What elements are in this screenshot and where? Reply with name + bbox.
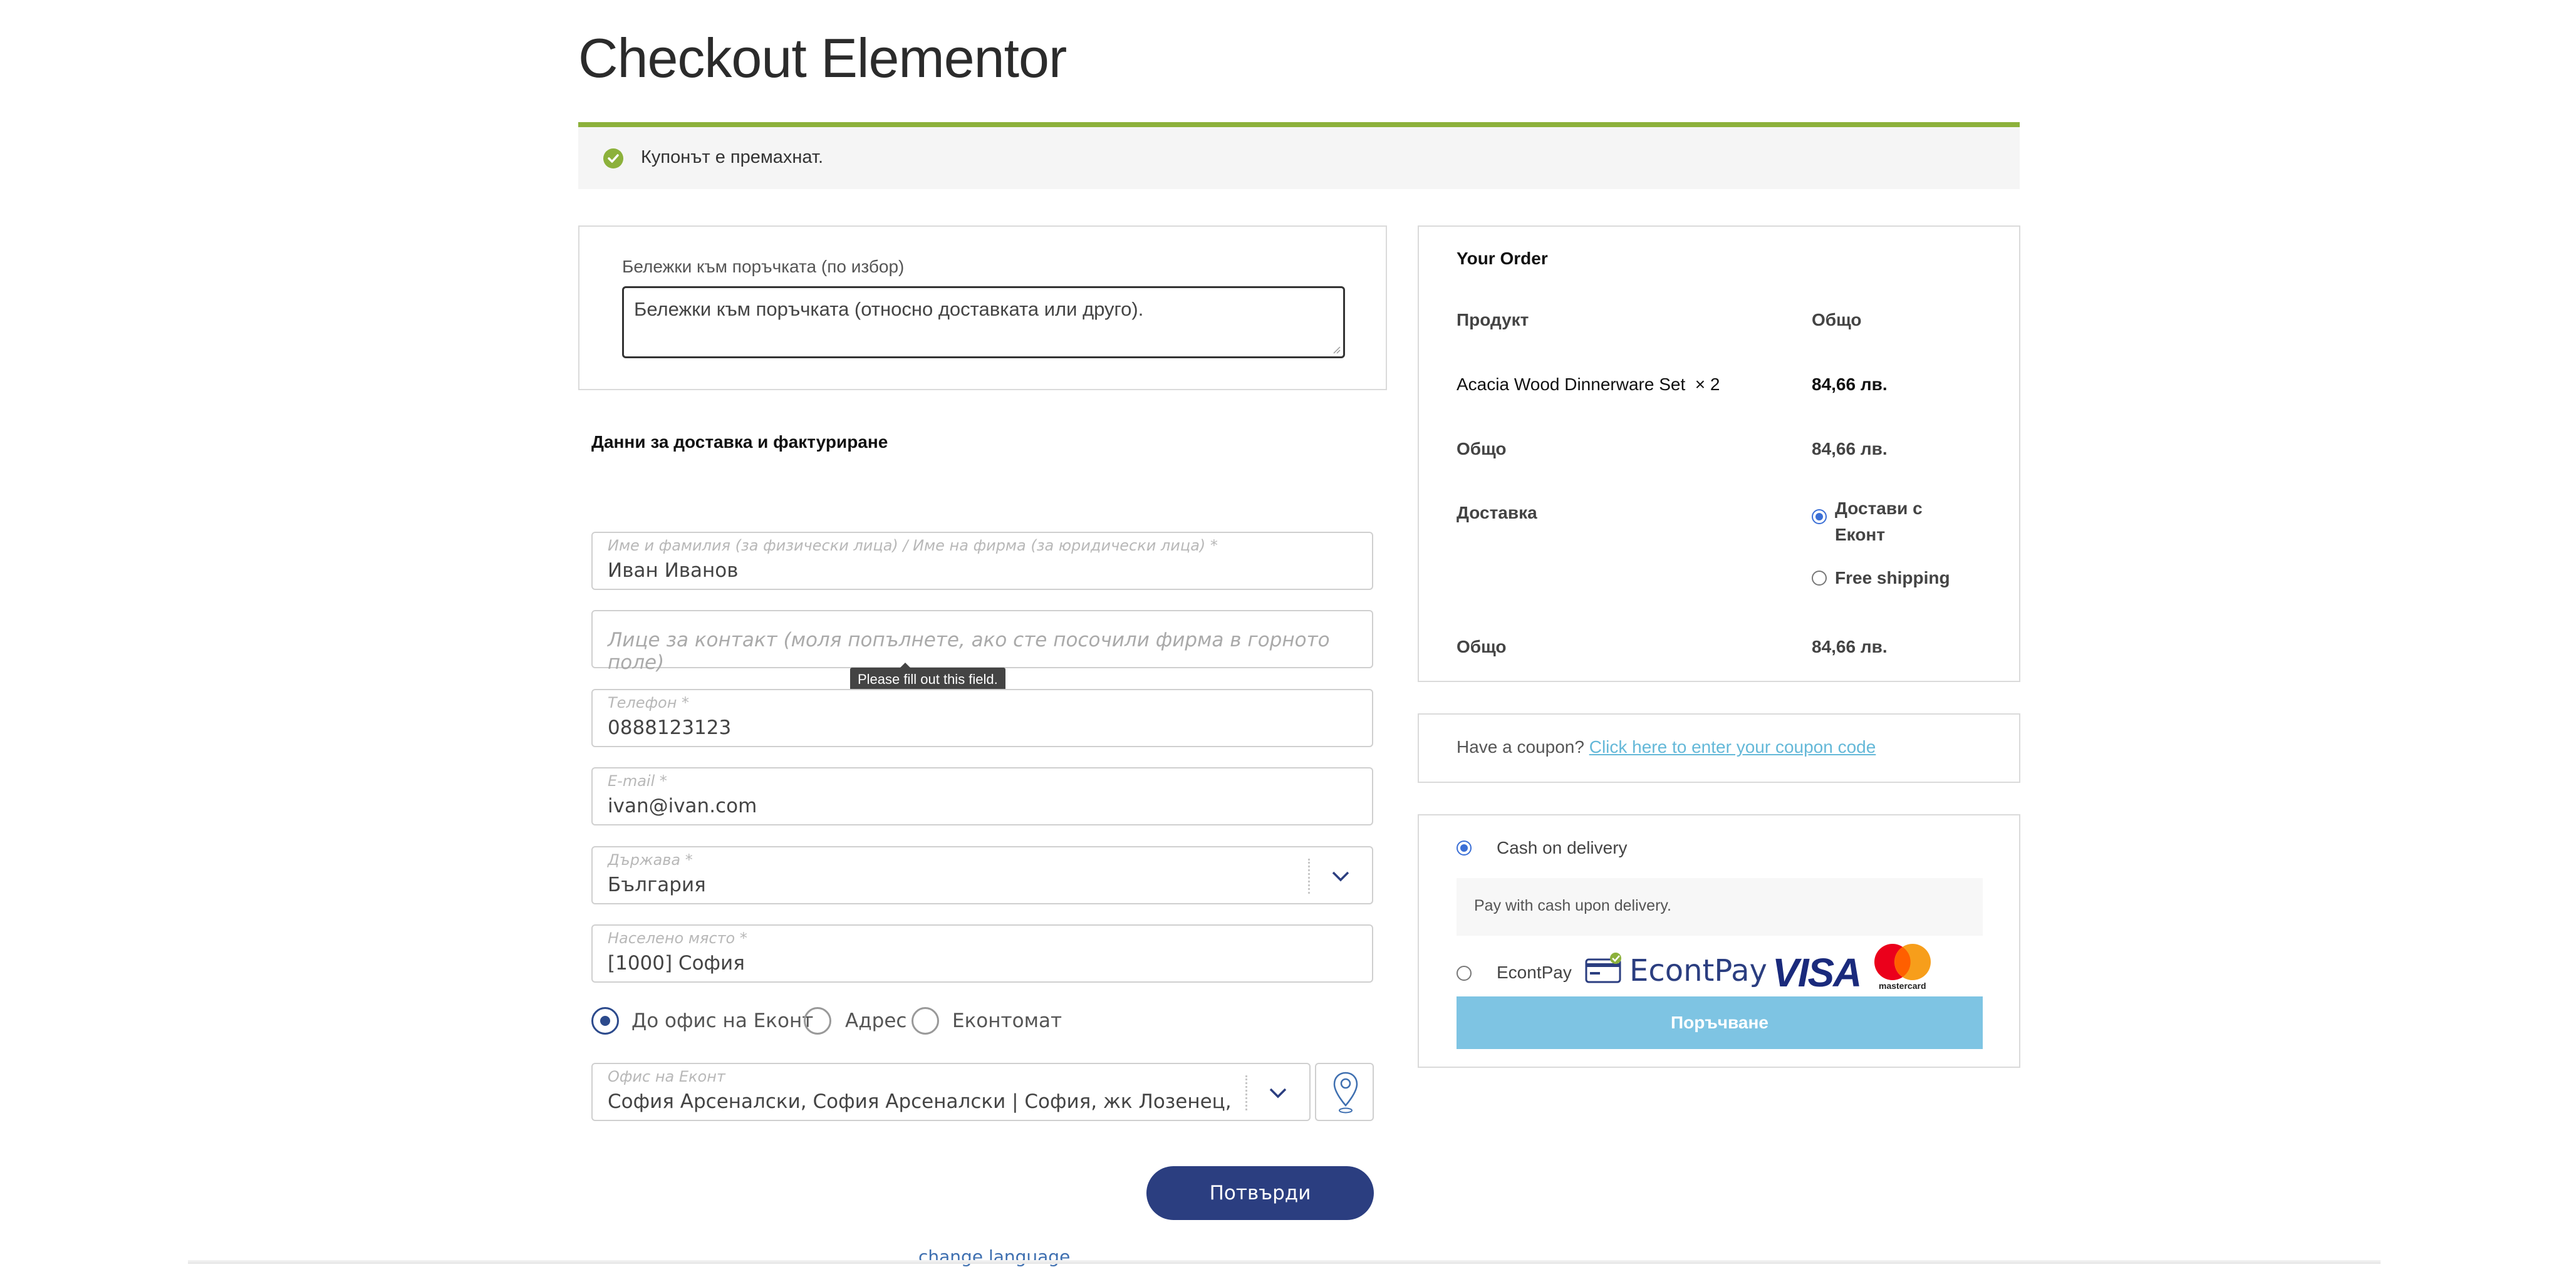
city-field-value: [1000] София xyxy=(608,952,745,975)
coupon-section: Have a coupon? Click here to enter your … xyxy=(1418,713,2020,783)
shipping-heading: Данни за доставка и фактуриране xyxy=(591,432,888,452)
col-product-header: Продукт xyxy=(1457,310,1529,329)
coupon-removed-notice: Купонът е премахнат. xyxy=(578,122,2020,189)
phone-field-label: Телефон * xyxy=(608,694,690,711)
order-item-qty: × 2 xyxy=(1695,375,1720,394)
shipping-free-label[interactable]: Free shipping xyxy=(1835,565,1950,591)
delivery-locker-label[interactable]: Еконтомат xyxy=(952,1010,1062,1032)
shipping-econt-radio[interactable] xyxy=(1812,509,1827,524)
payment-cod-label[interactable]: Cash on delivery xyxy=(1497,838,1628,858)
resize-handle-icon[interactable] xyxy=(1332,345,1341,354)
order-notes-section: Бележки към поръчката (по избор) Бележки… xyxy=(578,225,1387,390)
order-item-price: 84,66 лв. xyxy=(1812,375,1888,394)
visa-logo: VISA xyxy=(1772,950,1862,995)
email-field-value: ivan@ivan.com xyxy=(608,795,757,817)
order-summary: Your Order Продукт Общо Acacia Wood Dinn… xyxy=(1418,225,2020,682)
confirm-button[interactable]: Потвърди xyxy=(1146,1166,1374,1220)
econt-office-label: Офис на Еконт xyxy=(608,1068,725,1085)
footer-shadow xyxy=(188,1260,2381,1264)
phone-field-value: 0888123123 xyxy=(608,716,732,739)
delivery-address-radio[interactable] xyxy=(804,1007,831,1035)
map-pin-icon xyxy=(1333,1072,1358,1114)
order-title: Your Order xyxy=(1457,249,1548,268)
chevron-down-icon[interactable] xyxy=(1267,1082,1289,1104)
total-label: Общо xyxy=(1457,637,1507,656)
order-notes-textarea[interactable]: Бележки към поръчката (относно доставкат… xyxy=(622,286,1345,358)
col-total-header: Общо xyxy=(1812,310,1862,329)
validation-tooltip: Please fill out this field. xyxy=(850,663,1005,691)
name-field-label: Име и фамилия (за физически лица) / Име … xyxy=(608,537,1218,554)
payment-econtpay-label[interactable]: EcontPay xyxy=(1497,963,1572,983)
mastercard-logo: mastercard xyxy=(1870,943,1935,992)
order-notes-placeholder: Бележки към поръчката (относно доставкат… xyxy=(634,298,1144,320)
select-divider xyxy=(1245,1075,1250,1110)
shipping-label: Доставка xyxy=(1457,503,1537,522)
country-select[interactable]: Държава * България xyxy=(591,846,1373,904)
name-field-value: Иван Иванов xyxy=(608,559,739,582)
total-value: 84,66 лв. xyxy=(1812,637,1888,656)
name-field[interactable]: Име и фамилия (за физически лица) / Име … xyxy=(591,532,1373,590)
order-item-name: Acacia Wood Dinnerware Set × 2 xyxy=(1457,375,1720,395)
place-order-button[interactable]: Поръчване xyxy=(1457,996,1983,1049)
select-divider xyxy=(1308,859,1312,894)
shipping-free-radio[interactable] xyxy=(1812,571,1827,586)
payment-cod-description-text: Pay with cash upon delivery. xyxy=(1474,897,1671,914)
notice-message: Купонът е премахнат. xyxy=(641,147,824,167)
delivery-locker-radio[interactable] xyxy=(911,1007,939,1035)
mastercard-wordmark: mastercard xyxy=(1879,981,1926,991)
check-icon xyxy=(603,148,623,168)
country-select-value: България xyxy=(608,874,706,896)
coupon-link[interactable]: Click here to enter your coupon code xyxy=(1589,737,1876,757)
wallet-icon xyxy=(1585,953,1621,983)
country-select-label: Държава * xyxy=(608,851,693,869)
subtotal-value: 84,66 лв. xyxy=(1812,439,1888,458)
payment-section: Cash on delivery Pay with cash upon deli… xyxy=(1418,814,2020,1068)
page-title: Checkout Elementor xyxy=(578,27,1067,89)
payment-cod-radio[interactable] xyxy=(1457,840,1472,856)
city-field-label: Населено място * xyxy=(608,929,747,947)
email-field[interactable]: E-mail * ivan@ivan.com xyxy=(591,767,1373,825)
payment-cod-description: Pay with cash upon delivery. xyxy=(1457,878,1983,936)
map-pin-button[interactable] xyxy=(1315,1063,1374,1121)
shipping-econt-label[interactable]: Достави с Еконт xyxy=(1835,495,1960,548)
change-language-link[interactable]: change language xyxy=(918,1246,1070,1267)
city-field[interactable]: Населено място * [1000] София xyxy=(591,924,1373,983)
email-field-label: E-mail * xyxy=(608,772,667,790)
chevron-down-icon[interactable] xyxy=(1329,865,1352,887)
coupon-prompt: Have a coupon? xyxy=(1457,737,1584,757)
mastercard-circles-icon xyxy=(1874,944,1931,980)
order-notes-label: Бележки към поръчката (по избор) xyxy=(622,257,905,276)
econt-office-value: София Арсеналски, София Арсеналски | Соф… xyxy=(608,1090,1234,1113)
delivery-address-label[interactable]: Адрес xyxy=(845,1010,906,1032)
contact-person-field[interactable]: Лице за контакт (моля попълнете, ако сте… xyxy=(591,610,1373,674)
subtotal-label: Общо xyxy=(1457,439,1507,458)
delivery-office-radio[interactable] xyxy=(591,1007,619,1035)
delivery-office-label[interactable]: До офис на Еконт xyxy=(631,1010,813,1032)
coupon-text: Have a coupon? Click here to enter your … xyxy=(1457,737,1876,757)
phone-field[interactable]: Телефон * 0888123123 xyxy=(591,689,1373,747)
econt-office-select[interactable]: Офис на Еконт София Арсеналски, София Ар… xyxy=(591,1063,1311,1121)
order-item-title: Acacia Wood Dinnerware Set xyxy=(1457,375,1686,394)
payment-econtpay-radio[interactable] xyxy=(1457,966,1472,981)
econtpay-logo-text: EcontPay xyxy=(1629,953,1767,988)
